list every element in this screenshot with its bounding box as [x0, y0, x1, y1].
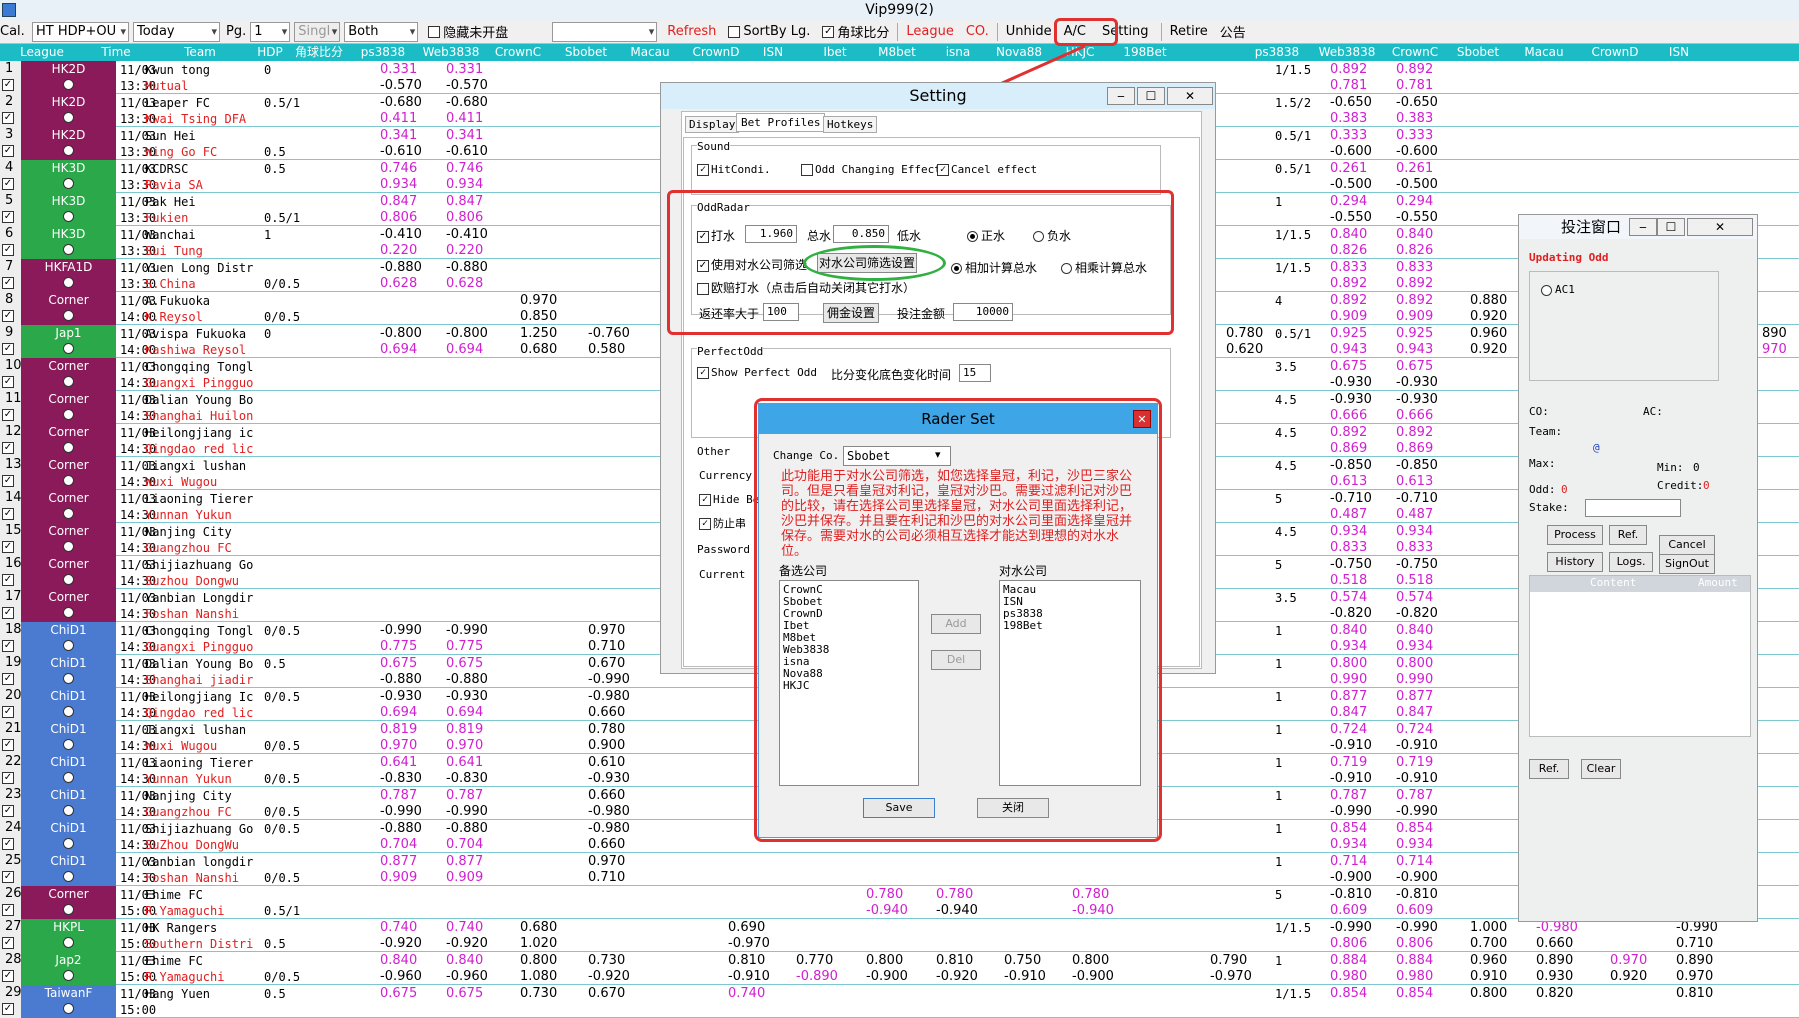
show-perfect-checkbox[interactable]: ✓ Show Perfect Odd	[697, 366, 817, 379]
hitcondi-checkbox[interactable]: ✓ HitCondi.	[697, 163, 771, 176]
tab-bet-profiles[interactable]: Bet Profiles	[736, 113, 826, 132]
filter-button-highlight	[803, 245, 946, 281]
cancel-effect-checkbox[interactable]: ✓ Cancel effect	[937, 163, 1037, 176]
match-time: 15:00	[120, 1003, 157, 1017]
history-button[interactable]: History	[1547, 552, 1603, 572]
clear-button[interactable]: Clear	[1581, 759, 1621, 779]
logs-button[interactable]: Logs.	[1609, 552, 1653, 572]
signout-button[interactable]: SignOut	[1659, 554, 1715, 574]
updating-odd-label: Updating Odd	[1529, 251, 1609, 264]
row-checkbox[interactable]: ✓	[2, 1003, 14, 1015]
cancel-button[interactable]: Cancel	[1659, 535, 1715, 555]
maximize-button[interactable]: ☐	[1137, 87, 1165, 105]
tab-display[interactable]: Display	[685, 116, 740, 133]
bet-close-button[interactable]: ✕	[1687, 218, 1753, 236]
bet-stake-input[interactable]	[1585, 499, 1681, 517]
ac1-radio[interactable]: AC1	[1541, 283, 1575, 296]
bet-ref-button[interactable]: Ref.	[1529, 759, 1569, 779]
hide-checkbox[interactable]: ✓ Hide Be	[699, 493, 759, 506]
soccer-ball-icon	[63, 1003, 74, 1014]
tab-hotkeys[interactable]: Hotkeys	[823, 116, 878, 133]
minimize-button[interactable]: ‒	[1107, 87, 1135, 105]
bet-window: 投注窗口 ‒ ☐ ✕ Updating Odd AC1 CO: AC: Team…	[1518, 214, 1758, 922]
prevent-checkbox[interactable]: ✓ 防止串	[699, 515, 746, 531]
score-time-input[interactable]: 15	[959, 364, 991, 382]
rader-highlight	[754, 398, 1162, 842]
process-button[interactable]: Process	[1547, 525, 1603, 545]
bet-log-table	[1529, 575, 1751, 737]
close-button[interactable]: ✕	[1167, 87, 1213, 105]
bet-maximize-button[interactable]: ☐	[1657, 218, 1685, 236]
odd-change-checkbox[interactable]: Odd Changing Effect	[801, 163, 941, 176]
bet-minimize-button[interactable]: ‒	[1629, 218, 1657, 236]
ref-button[interactable]: Ref.	[1609, 525, 1647, 545]
